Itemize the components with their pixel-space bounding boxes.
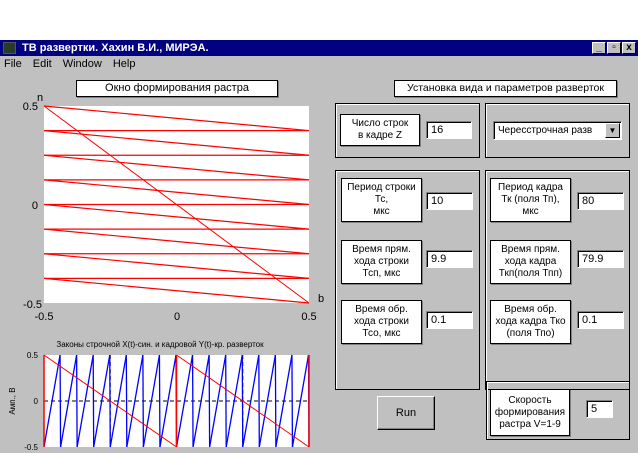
app-icon xyxy=(3,42,16,54)
x-tick: 0.5 xyxy=(301,311,316,323)
menu-file[interactable]: File xyxy=(4,57,22,72)
line_params-reverse-input[interactable]: 0.1 xyxy=(426,311,473,329)
window-title: ТВ развертки. Хахин В.И., МИРЭА. xyxy=(22,42,209,54)
scan-type-value: Чересстрочная разв xyxy=(498,125,593,136)
line_params-period-input[interactable]: 10 xyxy=(426,192,473,210)
scan-type-select[interactable]: Чересстрочная разв ▼ xyxy=(493,121,622,140)
x-axis-label: b xyxy=(318,293,324,305)
speed-label: Скорость формирования растра V=1-9 xyxy=(490,389,570,436)
menu-edit[interactable]: Edit xyxy=(33,57,52,72)
frame_params-period-label: Период кадра Тк (поля Тп), мкс xyxy=(490,178,571,222)
label-line: Ткп(поля Тпп) xyxy=(498,268,563,279)
label-line: Скорость xyxy=(508,394,552,406)
label-line: хода строки xyxy=(353,316,410,327)
label-line: хода строки xyxy=(353,256,410,267)
frame_params-period-input[interactable]: 80 xyxy=(577,192,624,210)
minimize-button[interactable]: _ xyxy=(592,42,606,54)
app-window: ТВ развертки. Хахин В.И., МИРЭА. _ ▫ x F… xyxy=(0,40,638,453)
menu-bar: File Edit Window Help xyxy=(0,57,638,72)
label-line: хода кадра xyxy=(504,256,557,267)
y-tick: -0.5 xyxy=(24,443,38,452)
label-line: Время обр. xyxy=(355,304,408,315)
line_params-period-label: Период строки Тс, мкс xyxy=(341,178,422,222)
run-button[interactable]: Run xyxy=(377,396,435,430)
label-line: формирования xyxy=(494,406,566,418)
label-line: Период строки xyxy=(347,182,416,193)
speed-input[interactable]: 5 xyxy=(586,400,613,418)
x-tick: 0 xyxy=(174,311,180,323)
y-tick: 0.5 xyxy=(23,101,38,113)
y-tick: 0 xyxy=(34,397,39,406)
label-line: (поля Тпо) xyxy=(506,328,555,339)
label-line: Время прям. xyxy=(352,244,411,255)
title-bar: ТВ развертки. Хахин В.И., МИРЭА. _ ▫ x xyxy=(0,40,638,56)
label-line: Время прям. xyxy=(501,244,560,255)
chevron-down-icon[interactable]: ▼ xyxy=(605,123,620,138)
menu-help[interactable]: Help xyxy=(113,57,136,72)
label-line: Тсп, мкс xyxy=(362,268,401,279)
y-tick: 0.5 xyxy=(27,351,39,360)
label-line: Период кадра xyxy=(498,182,563,193)
waveform-title: Законы строчной X(t)-син. и кадровой Y(t… xyxy=(56,340,264,349)
frame_params-reverse-label: Время обр. хода кадра Тко (поля Тпо) xyxy=(490,300,571,344)
label-line: растра V=1-9 xyxy=(499,418,561,430)
line_params-forward-input[interactable]: 9.9 xyxy=(426,250,473,268)
waveform-ylabel: Амп., В xyxy=(8,387,17,414)
label-line: в кадре Z xyxy=(357,130,403,141)
lines-label: Число строк в кадре Z xyxy=(340,114,420,146)
raster-plot: h b 0.5 0 -0.5 -0.5 0 0.5 xyxy=(23,95,324,323)
menu-window[interactable]: Window xyxy=(63,57,102,72)
y-tick: -0.5 xyxy=(23,299,42,311)
label-line: Тк (поля Тп), xyxy=(501,194,560,205)
label-line: мкс xyxy=(522,206,539,217)
label-line: Число строк xyxy=(351,118,409,129)
line_params-forward-label: Время прям. хода строки Тсп, мкс xyxy=(341,240,422,284)
waveform-plot: Законы строчной X(t)-син. и кадровой Y(t… xyxy=(8,340,310,452)
frame_params-forward-input[interactable]: 79.9 xyxy=(577,250,624,268)
line_params-reverse-label: Время обр. хода строки Тсо, мкс xyxy=(341,300,422,344)
frame_params-reverse-input[interactable]: 0.1 xyxy=(577,311,624,329)
x-tick: -0.5 xyxy=(35,311,54,323)
restore-button[interactable]: ▫ xyxy=(607,42,621,54)
label-line: Время обр. xyxy=(504,304,557,315)
y-tick: 0 xyxy=(32,200,38,212)
frame_params-forward-label: Время прям. хода кадра Ткп(поля Тпп) xyxy=(490,240,571,284)
label-line: Тсо, мкс xyxy=(362,328,401,339)
label-line: хода кадра Тко xyxy=(495,316,566,327)
lines-per-frame-input[interactable]: 16 xyxy=(426,121,472,139)
label-line: Тс, xyxy=(374,194,389,205)
close-button[interactable]: x xyxy=(622,42,636,54)
label-line: мкс xyxy=(373,206,390,217)
scan-settings-button[interactable]: Установка вида и параметров разверток xyxy=(394,80,617,97)
